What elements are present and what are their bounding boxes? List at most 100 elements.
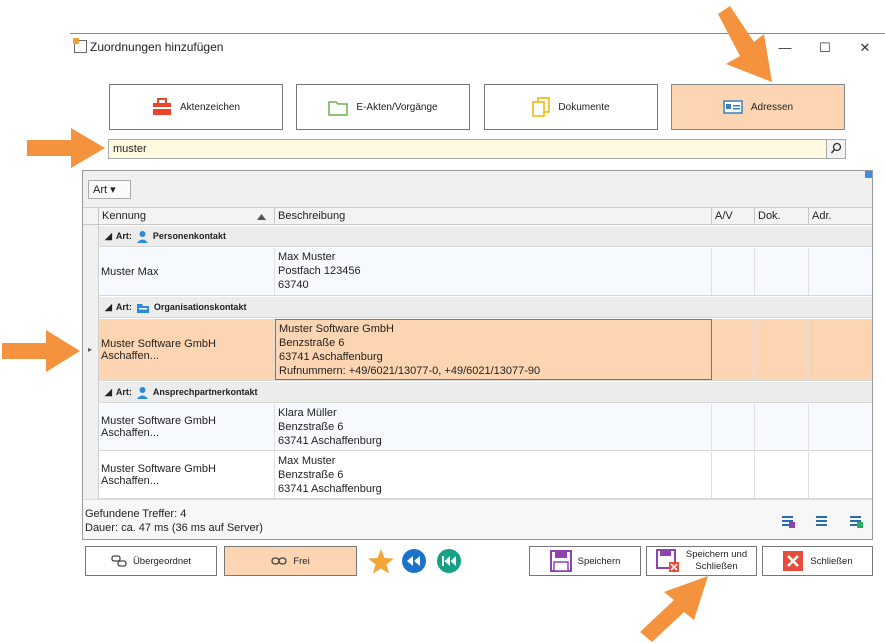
parent-button[interactable]: Übergeordnet (85, 546, 217, 576)
cell-kennung: Muster Software GmbH Aschaffen... (99, 319, 275, 380)
free-button[interactable]: Frei (224, 546, 357, 576)
desc-line: Klara Müller (278, 407, 337, 419)
filter-list-icon[interactable] (814, 513, 830, 529)
arrow-pointing-save-close-icon (640, 576, 708, 642)
group-prefix: Art: (115, 231, 132, 241)
art-group-chip[interactable]: Art ▾ (88, 180, 131, 199)
cell-dok (755, 452, 809, 498)
desc-line: Muster Software GmbH (279, 323, 394, 335)
link-icon (271, 557, 287, 565)
tab-dokumente-label: Dokumente (558, 101, 610, 113)
status-bar: Gefundene Treffer: 4 Dauer: ca. 47 ms (3… (83, 499, 872, 539)
table-row[interactable]: Muster Max Max Muster Postfach 123456 63… (99, 248, 872, 296)
panel-corner-marker (865, 171, 872, 178)
cell-kennung: Muster Max (99, 248, 275, 295)
table-row-selected[interactable]: Muster Software GmbH Aschaffen... Muster… (99, 319, 872, 381)
search-icon (830, 142, 842, 154)
cell-av (712, 404, 755, 450)
close-x-icon (783, 551, 804, 571)
save-button-label: Speichern (577, 555, 621, 567)
group-row-ansprechpartnerkontakt[interactable]: ◢ Art: Ansprechpartnerkontakt (99, 382, 872, 403)
column-header-kennung-label: Kennung (102, 210, 147, 222)
desc-line: 63741 Aschaffenburg (279, 351, 383, 363)
export-list-icon[interactable] (780, 513, 796, 529)
cell-dok (755, 248, 809, 295)
cell-adr (809, 248, 872, 295)
cell-kennung: Muster Software GmbH Aschaffen... (99, 452, 275, 498)
window-icon (73, 38, 87, 53)
collapse-triangle-icon[interactable]: ◢ (105, 387, 112, 398)
column-header-kennung[interactable]: Kennung (99, 207, 275, 225)
desc-line: Benzstraße 6 (278, 469, 344, 481)
cell-av (712, 248, 755, 295)
tab-adressen[interactable]: Adressen (671, 84, 845, 130)
tab-e-akten-label: E-Akten/Vorgänge (356, 101, 438, 113)
tab-dokumente[interactable]: Dokumente (484, 84, 658, 130)
table-row[interactable]: Muster Software GmbH Aschaffen... Max Mu… (99, 452, 872, 499)
desc-line: 63741 Aschaffenburg (278, 483, 382, 495)
column-header-av[interactable]: A/V (712, 207, 755, 225)
desc-line: Max Muster (278, 251, 336, 263)
collapse-triangle-icon[interactable]: ◢ (105, 302, 112, 313)
close-button[interactable]: Schließen (762, 546, 873, 576)
cell-av (712, 452, 755, 498)
excel-export-icon[interactable] (848, 513, 864, 529)
parent-button-label: Übergeordnet (132, 555, 192, 567)
cell-av (712, 319, 755, 380)
header-indicator-cell (83, 207, 99, 225)
collapse-triangle-icon[interactable]: ◢ (105, 231, 112, 242)
desc-line: Benzstraße 6 (278, 421, 344, 433)
row-indicator-column (83, 225, 99, 499)
save-and-close-label-line1: Speichern und (685, 549, 748, 560)
save-button[interactable]: Speichern (529, 546, 641, 576)
column-header-adr[interactable]: Adr. (809, 207, 872, 225)
group-label: Personenkontakt (152, 231, 226, 241)
desc-line: Benzstraße 6 (279, 337, 345, 349)
address-card-icon (723, 100, 743, 114)
group-row-personenkontakt[interactable]: ◢ Art: Personenkontakt (99, 226, 872, 247)
window-title: Zuordnungen hinzufügen (90, 40, 224, 54)
rewind-icon[interactable] (401, 548, 427, 574)
close-window-button[interactable]: ✕ (850, 38, 880, 58)
group-row-organisationskontakt[interactable]: ◢ Art: Organisationskontakt (99, 297, 872, 318)
organization-icon (136, 303, 149, 313)
skip-to-start-icon[interactable] (436, 548, 462, 574)
cell-beschreibung: Max Muster Benzstraße 6 63741 Aschaffenb… (275, 452, 712, 498)
free-button-label: Frei (293, 555, 310, 567)
person-icon (136, 230, 148, 243)
folder-icon (328, 101, 349, 116)
search-input[interactable] (108, 139, 827, 159)
search-button[interactable] (826, 139, 846, 159)
column-header-beschreibung[interactable]: Beschreibung (275, 207, 712, 225)
cell-adr (809, 404, 872, 450)
arrow-pointing-search-icon (27, 128, 105, 168)
contact-person-icon (136, 386, 148, 399)
found-count: Gefundene Treffer: 4 (85, 508, 187, 520)
desc-line: 63740 (278, 279, 309, 291)
tab-aktenzeichen-label: Aktenzeichen (179, 101, 241, 113)
unlink-icon (111, 555, 127, 567)
cell-beschreibung: Klara Müller Benzstraße 6 63741 Aschaffe… (275, 404, 712, 450)
save-disk-icon (549, 550, 572, 572)
desc-line: Max Muster (278, 455, 336, 467)
tab-e-akten[interactable]: E-Akten/Vorgänge (296, 84, 470, 130)
sort-ascending-icon (257, 214, 266, 220)
cell-dok (755, 319, 809, 380)
group-prefix: Art: (115, 387, 132, 397)
group-label: Organisationskontakt (153, 302, 247, 312)
table-row[interactable]: Muster Software GmbH Aschaffen... Klara … (99, 404, 872, 451)
column-header-dok[interactable]: Dok. (755, 207, 809, 225)
arrow-pointing-selected-row-icon (2, 330, 80, 372)
cell-beschreibung: Max Muster Postfach 123456 63740 (275, 248, 712, 295)
desc-line: Rufnummern: +49/6021/13077-0, +49/6021/1… (279, 365, 541, 377)
toolbox-icon (152, 98, 171, 115)
cell-dok (755, 404, 809, 450)
tab-aktenzeichen[interactable]: Aktenzeichen (109, 84, 283, 130)
close-button-label: Schließen (810, 555, 853, 567)
arrow-pointing-adressen-icon (718, 6, 772, 82)
maximize-button[interactable]: ☐ (810, 38, 840, 58)
query-duration: Dauer: ca. 47 ms (36 ms auf Server) (85, 522, 263, 534)
group-prefix: Art: (115, 302, 132, 312)
favorite-star-icon[interactable] (367, 548, 395, 574)
cell-kennung: Muster Software GmbH Aschaffen... (99, 404, 275, 450)
